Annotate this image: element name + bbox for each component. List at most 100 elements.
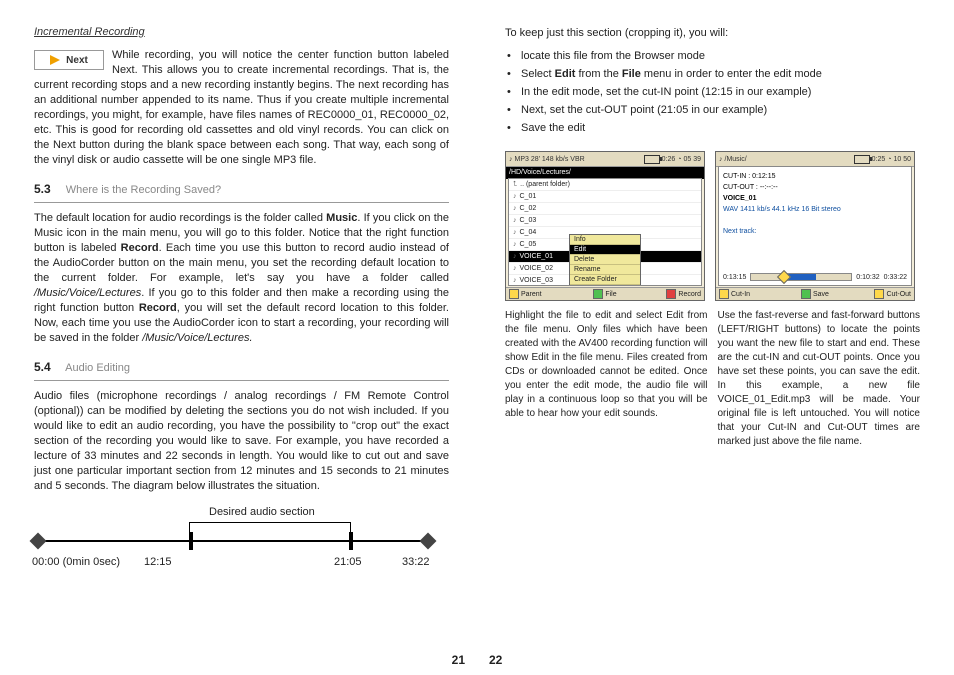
- section-5-4-body: Audio files (microphone recordings / ana…: [34, 389, 449, 494]
- page-number: 21: [452, 653, 465, 667]
- music-note-icon: ♪: [513, 203, 517, 214]
- cutin-label: CUT-IN : 0:12:15: [723, 171, 907, 182]
- edit-screenshot: ♪ /Music/ 0:25 ◔ 10 50 CUT-IN : 0:12:15 …: [715, 151, 915, 301]
- btn-save: Save: [813, 291, 829, 298]
- edit-file-name: VOICE_01: [723, 193, 907, 204]
- battery-icon: [854, 155, 870, 164]
- page-number: 22: [489, 653, 502, 667]
- shot-title: MP3 28' 148 kb/s VBR: [515, 156, 585, 163]
- shot-status: 0:26: [662, 156, 676, 163]
- cutin-icon: [719, 289, 729, 299]
- time-cut-out: 21:05: [334, 556, 362, 568]
- section-title: Where is the Recording Saved?: [66, 184, 221, 196]
- btn-file: File: [605, 291, 616, 298]
- list-item: Next, set the cut-OUT point (21:05 in ou…: [507, 101, 920, 119]
- shot-title: /Music/: [725, 156, 747, 163]
- desired-section-label: Desired audio section: [209, 506, 315, 518]
- section-5-4-header: 5.4 Audio Editing: [34, 360, 449, 374]
- music-note-icon: ♪: [513, 263, 517, 274]
- menu-edit: Edit: [570, 245, 640, 255]
- edit-info: CUT-IN : 0:12:15 CUT-OUT : --:--:-- VOIC…: [719, 167, 911, 241]
- btn-cutin: Cut-In: [731, 291, 750, 298]
- crop-steps-list: locate this file from the Browser mode S…: [507, 47, 920, 137]
- menu-rename: Rename: [570, 265, 640, 275]
- page-21: Incremental Recording Next While recordi…: [0, 0, 477, 675]
- btn-parent: Parent: [521, 291, 542, 298]
- incremental-recording-heading: Incremental Recording: [34, 26, 449, 38]
- time-end: 33:22: [402, 556, 430, 568]
- cutout-icon: [874, 289, 884, 299]
- time-start: 00:00 (0min 0sec): [32, 556, 120, 568]
- file-row: ♪C_01: [509, 191, 701, 203]
- music-note-icon: ♪: [513, 275, 517, 286]
- music-note-icon: ♪: [513, 251, 517, 262]
- shot-bottombar: Cut-In Save Cut-Out: [716, 287, 914, 300]
- bracket-icon: [189, 522, 351, 533]
- list-item: Select Edit from the File menu in order …: [507, 65, 920, 83]
- parent-icon: [509, 289, 519, 299]
- shot-status: 0:25: [872, 156, 886, 163]
- crop-intro: To keep just this section (cropping it),…: [505, 26, 920, 41]
- clock-icon: ◔: [677, 156, 681, 163]
- edit-file-format: WAV 1411 kb/s 44.1 kHz 16 Bit stereo: [723, 204, 907, 215]
- save-icon: [801, 289, 811, 299]
- cutin-marker-icon: [777, 270, 791, 284]
- time-b: 0:10:32: [856, 274, 879, 281]
- section-5-3-body: The default location for audio recording…: [34, 211, 449, 346]
- section-5-3-header: 5.3 Where is the Recording Saved?: [34, 182, 449, 196]
- music-note-icon: ♪: [513, 239, 517, 250]
- file-list: ⮤.. (parent folder) ♪C_01 ♪C_02 ♪C_03 ♪C…: [508, 178, 702, 286]
- section-title: Audio Editing: [65, 362, 130, 374]
- next-button-label: Next: [66, 53, 88, 68]
- menu-info: Info: [570, 235, 640, 245]
- clock-icon: ◔: [887, 156, 891, 163]
- menu-delete: Delete: [570, 255, 640, 265]
- cutout-label: CUT-OUT : --:--:--: [723, 182, 907, 193]
- music-note-icon: ♪: [513, 227, 517, 238]
- music-note-icon: ♪: [719, 156, 723, 163]
- parent-folder-row: ⮤.. (parent folder): [509, 179, 701, 191]
- music-note-icon: ♪: [513, 215, 517, 226]
- section-rule: [34, 380, 449, 381]
- diamond-start-icon: [30, 533, 47, 550]
- btn-record: Record: [678, 291, 701, 298]
- section-rule: [34, 202, 449, 203]
- shot-clock: 05 39: [683, 156, 701, 163]
- tick-cut-in-icon: [189, 532, 193, 550]
- file-context-menu: Info Edit Delete Rename Create Folder: [569, 234, 641, 286]
- folder-up-icon: ⮤: [513, 179, 517, 190]
- time-c: 0:33:22: [884, 274, 907, 281]
- audio-crop-diagram: Desired audio section 00:00 (0min 0sec) …: [34, 506, 434, 578]
- list-item: In the edit mode, set the cut-IN point (…: [507, 83, 920, 101]
- shot-bottombar: Parent File Record: [506, 287, 704, 300]
- shot-titlebar: ♪ /Music/ 0:25 ◔ 10 50: [716, 152, 914, 167]
- list-item: Save the edit: [507, 119, 920, 137]
- battery-icon: [644, 155, 660, 164]
- caption-left: Highlight the file to edit and select Ed…: [505, 309, 708, 449]
- page-22: To keep just this section (cropping it),…: [477, 0, 954, 675]
- section-number: 5.4: [34, 360, 51, 374]
- list-item: locate this file from the Browser mode: [507, 47, 920, 65]
- file-icon: [593, 289, 603, 299]
- shot-clock: 10 50: [893, 156, 911, 163]
- caption-columns: Highlight the file to edit and select Ed…: [505, 309, 920, 449]
- time-a: 0:13:15: [723, 274, 746, 281]
- edit-progress-row: 0:13:15 0:10:32 0:33:22: [723, 273, 907, 281]
- browser-screenshot: ♪ MP3 28' 148 kb/s VBR 0:26 ◔ 05 39 /HD/…: [505, 151, 705, 301]
- btn-cutout: Cut-Out: [886, 291, 911, 298]
- music-note-icon: ♪: [509, 156, 513, 163]
- next-button-illustration: Next: [34, 50, 104, 70]
- edit-panel: CUT-IN : 0:12:15 CUT-OUT : --:--:-- VOIC…: [718, 166, 912, 286]
- music-note-icon: ♪: [513, 191, 517, 202]
- incremental-recording-body: Next While recording, you will notice th…: [34, 48, 449, 168]
- menu-create-folder: Create Folder: [570, 275, 640, 285]
- shot-titlebar: ♪ MP3 28' 148 kb/s VBR 0:26 ◔ 05 39: [506, 152, 704, 167]
- progress-bar: [750, 273, 852, 281]
- file-row: ♪C_03: [509, 215, 701, 227]
- diamond-end-icon: [420, 533, 437, 550]
- timeline-line: [38, 540, 430, 542]
- time-cut-in: 12:15: [144, 556, 172, 568]
- section-number: 5.3: [34, 182, 51, 196]
- next-arrow-icon: [50, 55, 60, 65]
- tick-cut-out-icon: [349, 532, 353, 550]
